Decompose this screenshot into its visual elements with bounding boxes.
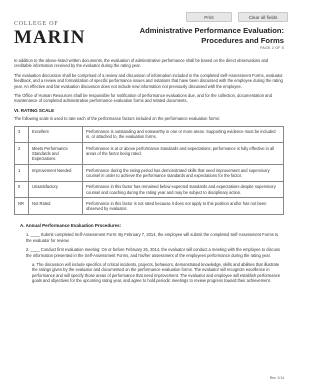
rating-label: Not Rated (28, 197, 83, 215)
procedures-heading: A. Annual Performance Evaluation Procedu… (20, 222, 122, 228)
procedure-step-1: 1. ____ Submit completed Self-Assessment… (26, 232, 279, 243)
revision-date: Rev. 1/14 (269, 376, 284, 380)
table-row: 0 Unsatisfactory Performance in this fac… (14, 180, 284, 199)
table-row: 3 Excellent Performance is outstanding a… (14, 125, 284, 144)
rating-scale-table: 3 Excellent Performance is outstanding a… (14, 125, 284, 215)
document-body: In addition to the above-listed written … (14, 58, 284, 288)
document-title-line2: Procedures and Forms (201, 35, 284, 45)
rating-label: Unsatisfactory (28, 180, 83, 199)
rating-number: NR (14, 197, 29, 215)
clear-all-fields-button[interactable]: Clear all fields (238, 12, 288, 22)
page-number: PAGE 2 OF 5 (260, 46, 284, 50)
paragraph-written-documents: In addition to the above-listed written … (14, 58, 269, 69)
rating-number: 3 (14, 125, 29, 144)
print-button[interactable]: Print (186, 12, 232, 22)
document-header: Administrative Performance Evaluation: P… (134, 26, 284, 50)
procedure-step-2: 2. ____ Conduct first evaluation meeting… (26, 247, 280, 258)
procedure-step-2a: a. The discussion will include specifics… (32, 261, 281, 284)
rating-number: 1 (14, 164, 29, 182)
rating-scale-intro: The following scale is used to rate each… (14, 116, 220, 122)
rating-description: Performance is at or above performance s… (82, 142, 284, 166)
rating-label: Improvement Needed (28, 164, 83, 182)
document-title-line1: Administrative Performance Evaluation: (139, 26, 284, 35)
rating-description: Performance during the rating period has… (82, 164, 284, 182)
table-row: NR Not Rated Performance in this factor … (14, 197, 284, 215)
paragraph-human-resources: The Office of Human Resources shall be r… (14, 93, 272, 104)
rating-description: Performance in this factor has remained … (82, 180, 284, 199)
rating-description: Performance is outstanding and noteworth… (82, 125, 284, 144)
table-row: 2 Meets Performance Standards and Expect… (14, 142, 284, 166)
logo-name: MARIN (14, 27, 86, 48)
form-toolbar: Print Clear all fields (186, 12, 288, 22)
paragraph-evaluation-discussion: The evaluation discussion shall be compr… (14, 72, 283, 89)
rating-label: Excellent (28, 125, 83, 144)
rating-number: 0 (14, 180, 29, 199)
rating-label: Meets Performance Standards and Expectat… (28, 142, 83, 166)
rating-number: 2 (14, 142, 29, 166)
college-logo: COLLEGE OF MARIN (14, 21, 86, 49)
section-heading-rating-scale: VI. RATING SCALE (14, 107, 55, 113)
rating-description: Performance in this factor is not rated … (82, 197, 284, 215)
table-row: 1 Improvement Needed Performance during … (14, 164, 284, 182)
